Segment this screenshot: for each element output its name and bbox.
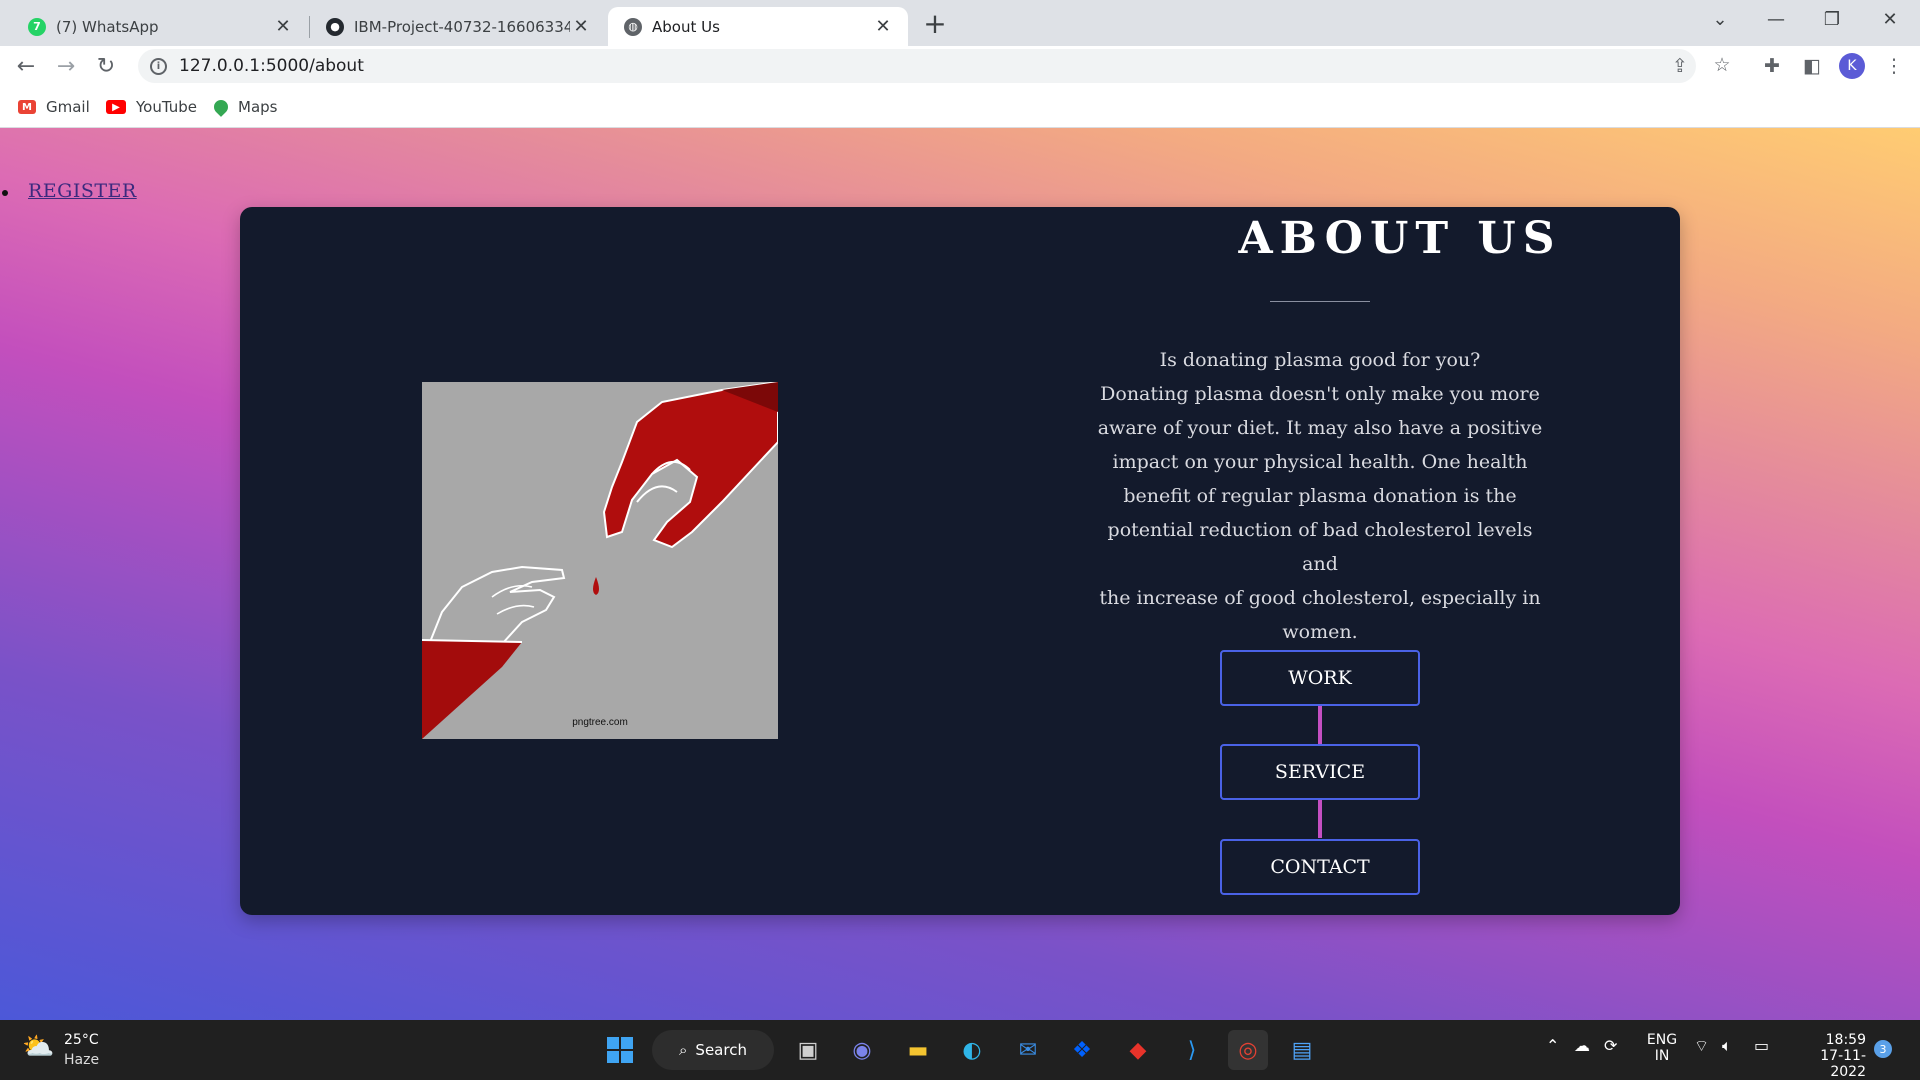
menu-kebab-icon[interactable]: ⋮	[1878, 50, 1910, 82]
paragraph-line: benefit of regular plasma donation is th…	[1123, 485, 1517, 507]
reload-button[interactable]: ↻	[90, 50, 122, 82]
bookmark-label: Maps	[238, 98, 278, 116]
bookmark-label: Gmail	[46, 98, 90, 116]
task-view-icon[interactable]: ▣	[788, 1030, 828, 1070]
browser-toolbar: ← → ↻ i 127.0.0.1:5000/about ⇪ ☆ ✚ ◧ K ⋮	[0, 46, 1920, 86]
side-panel-icon[interactable]: ◧	[1796, 50, 1828, 82]
bookmarks-bar: M Gmail ▶ YouTube Maps	[0, 86, 1920, 128]
tab-github[interactable]: ● IBM-Project-40732-1660633417/ ✕	[310, 7, 606, 46]
notepad-icon[interactable]: ▤	[1282, 1030, 1322, 1070]
tab-search-chevron-icon[interactable]: ⌄	[1692, 0, 1748, 38]
nav-list: REGISTER	[0, 180, 137, 202]
close-window-button[interactable]: ✕	[1862, 0, 1918, 38]
url-text: 127.0.0.1:5000/about	[179, 56, 364, 76]
gmail-icon: M	[18, 100, 36, 114]
restore-button[interactable]: ❐	[1804, 0, 1860, 38]
blood-donation-illustration: pngtree.com	[422, 382, 778, 739]
globe-icon: ◍	[624, 17, 642, 36]
maps-icon	[211, 97, 231, 117]
tab-whatsapp[interactable]: 7 (7) WhatsApp ✕	[12, 7, 308, 46]
nav-item: REGISTER	[0, 180, 137, 202]
taskbar-search[interactable]: ⌕ Search	[652, 1030, 774, 1070]
weather-temp[interactable]: 25°C	[64, 1032, 99, 1048]
work-button[interactable]: WORK	[1220, 650, 1420, 706]
bookmark-label: YouTube	[136, 98, 197, 116]
weather-cloud-sun-icon[interactable]: ⛅	[22, 1032, 54, 1062]
wifi-icon[interactable]: ⌔	[1694, 1036, 1709, 1056]
clock-time: 18:59	[1825, 1032, 1866, 1048]
windows-start-icon[interactable]	[600, 1030, 640, 1070]
region-code: IN	[1654, 1048, 1670, 1064]
windows-taskbar: ⛅ 25°C Haze ⌕ Search ▣ ◉ ▬ ◐ ✉ ❖ ◆ ⟩ ◎ ▤…	[0, 1020, 1920, 1080]
bookmark-youtube[interactable]: ▶ YouTube	[106, 95, 197, 119]
address-bar[interactable]: i 127.0.0.1:5000/about	[138, 49, 1696, 83]
tab-label: (7) WhatsApp	[56, 17, 159, 36]
contact-button[interactable]: CONTACT	[1220, 839, 1420, 895]
show-hidden-icons-chevron[interactable]: ⌃	[1546, 1036, 1559, 1055]
site-info-icon[interactable]: i	[150, 57, 167, 75]
paragraph-line: impact on your physical health. One heal…	[1112, 451, 1528, 473]
lang-code: ENG	[1646, 1032, 1678, 1048]
whatsapp-icon: 7	[28, 17, 46, 36]
profile-avatar[interactable]: K	[1839, 53, 1865, 79]
service-button[interactable]: SERVICE	[1220, 744, 1420, 800]
search-label: Search	[695, 1041, 747, 1059]
paragraph-line: women.	[1282, 621, 1358, 643]
register-link[interactable]: REGISTER	[28, 180, 137, 202]
new-tab-button[interactable]: +	[918, 8, 952, 42]
search-icon: ⌕	[679, 1041, 688, 1059]
back-button[interactable]: ←	[10, 50, 42, 82]
notification-badge[interactable]: 3	[1874, 1040, 1892, 1058]
language-indicator[interactable]: ENG IN	[1644, 1032, 1680, 1064]
mail-icon[interactable]: ✉	[1008, 1030, 1048, 1070]
weather-desc[interactable]: Haze	[64, 1052, 99, 1068]
bookmark-star-icon[interactable]: ☆	[1706, 49, 1738, 81]
paragraph-line: Donating plasma doesn't only make you mo…	[1100, 383, 1540, 405]
close-tab-icon[interactable]: ✕	[272, 16, 294, 38]
paragraph-line: aware of your diet. It may also have a p…	[1097, 417, 1543, 439]
tab-label: IBM-Project-40732-1660633417/	[354, 17, 570, 36]
image-watermark: pngtree.com	[572, 717, 628, 728]
web-page: REGISTER pngtree.com ABOUT US Is donatin…	[0, 128, 1920, 1020]
youtube-icon: ▶	[106, 100, 126, 114]
forward-button[interactable]: →	[50, 50, 82, 82]
file-explorer-icon[interactable]: ▬	[898, 1030, 938, 1070]
clock[interactable]: 18:59 17-11-2022	[1790, 1032, 1866, 1080]
tab-about-us[interactable]: ◍ About Us ✕	[608, 7, 908, 46]
paragraph-line: potential reduction of bad cholesterol l…	[1107, 519, 1533, 575]
paragraph-line: the increase of good cholesterol, especi…	[1099, 587, 1541, 609]
hands-blood-drop-image: pngtree.com	[422, 382, 778, 739]
onedrive-icon[interactable]: ☁	[1574, 1036, 1590, 1055]
paragraph-line: Is donating plasma good for you?	[1159, 349, 1481, 371]
chrome-icon[interactable]: ◎	[1228, 1030, 1268, 1070]
close-tab-icon[interactable]: ✕	[872, 16, 894, 38]
about-card: pngtree.com ABOUT US Is donating plasma …	[240, 207, 1680, 915]
button-connector	[1318, 706, 1322, 744]
clock-date: 17-11-2022	[1820, 1048, 1866, 1080]
bookmark-gmail[interactable]: M Gmail	[18, 95, 90, 119]
teams-chat-icon[interactable]: ◉	[842, 1030, 882, 1070]
bookmark-maps[interactable]: Maps	[211, 95, 278, 119]
title-divider	[1270, 301, 1370, 302]
volume-icon[interactable]: 🔈︎	[1722, 1036, 1732, 1056]
battery-icon[interactable]: ▭	[1754, 1036, 1769, 1055]
extensions-puzzle-icon[interactable]: ✚	[1756, 50, 1788, 82]
tab-strip: 7 (7) WhatsApp ✕ ● IBM-Project-40732-166…	[0, 0, 1920, 46]
dropbox-icon[interactable]: ❖	[1062, 1030, 1102, 1070]
share-icon[interactable]: ⇪	[1664, 50, 1696, 82]
anydesk-icon[interactable]: ◆	[1118, 1030, 1158, 1070]
about-paragraph: Is donating plasma good for you? Donatin…	[1097, 343, 1543, 649]
vscode-icon[interactable]: ⟩	[1172, 1030, 1212, 1070]
button-connector	[1318, 800, 1322, 838]
close-tab-icon[interactable]: ✕	[570, 16, 592, 38]
minimize-button[interactable]: —	[1748, 0, 1804, 38]
page-title: ABOUT US	[1238, 213, 1562, 264]
edge-icon[interactable]: ◐	[952, 1030, 992, 1070]
github-icon: ●	[326, 17, 344, 36]
tab-label: About Us	[652, 17, 720, 36]
sync-icon[interactable]: ⟳	[1604, 1036, 1617, 1055]
